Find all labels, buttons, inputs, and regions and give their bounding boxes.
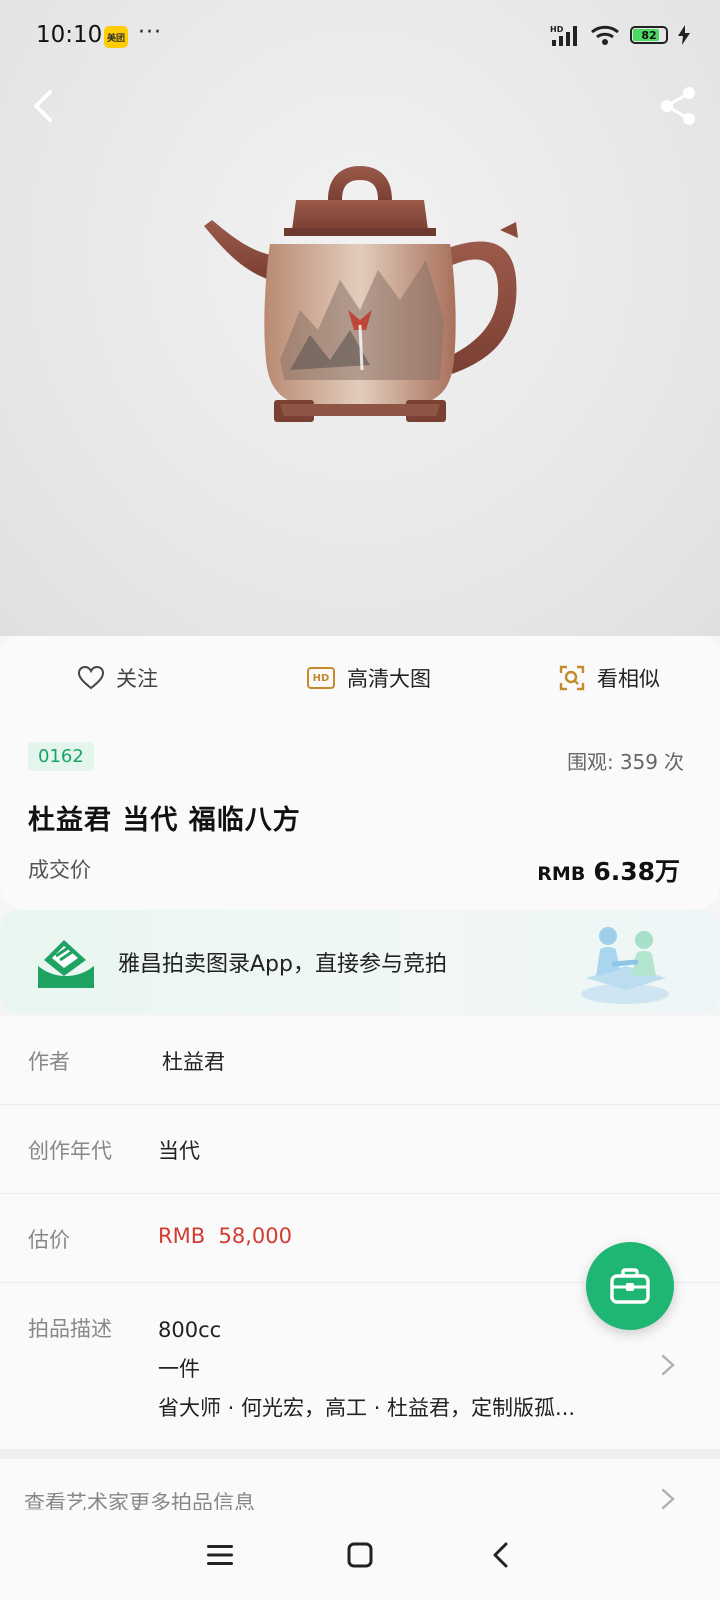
banner-text: 雅昌拍卖图录App，直接参与竞拍 [118,952,447,977]
description-label: 拍品描述 [28,1317,112,1341]
lot-number-badge: 0162 [28,742,94,771]
view-similar-label: 看相似 [597,667,660,691]
deal-price-label: 成交价 [28,858,91,882]
svg-text:HD: HD [550,25,564,34]
artron-app-banner[interactable]: 雅昌拍卖图录App，直接参与竞拍 [0,910,720,1014]
back-arrow-icon [493,1542,508,1568]
era-row: 创作年代 当代 [0,1105,720,1194]
hd-icon: HD [307,667,335,689]
era-value: 当代 [158,1139,200,1163]
follow-button[interactable]: 关注 [0,663,272,693]
author-row: 作者 杜益君 [0,1016,720,1105]
deal-currency: RMB [537,863,586,885]
hd-image-button[interactable]: HD 高清大图 [272,663,466,693]
status-bar: 10:10 美团 ··· HD 82 [0,0,720,72]
views-unit: 次 [664,750,684,774]
author-value[interactable]: 杜益君 [162,1046,225,1076]
chevron-right-icon [661,1354,675,1376]
briefcase-icon [610,1268,650,1304]
artron-logo-icon [38,940,94,988]
hero-image-area[interactable] [0,0,720,636]
battery-icon: 82 [630,26,668,44]
menu-icon [207,1545,233,1565]
estimate-value: RMB 58,000 [158,1224,292,1248]
meituan-app-icon: 美团 [104,26,128,48]
more-notifications-icon: ··· [138,20,162,45]
scan-search-icon [559,665,585,691]
estimate-label: 估价 [28,1228,70,1252]
wifi-icon [591,25,619,45]
deal-price: RMB 6.38万 [537,852,680,888]
author-label: 作者 [28,1050,70,1074]
signal-icon: HD [550,25,577,46]
views-label: 围观: [567,750,614,774]
lot-title: 杜益君 当代 福临八方 [28,805,301,836]
deal-value: 6.38万 [593,857,680,886]
follow-label: 关注 [116,667,158,691]
back-icon[interactable] [24,86,64,126]
home-button[interactable] [340,1535,380,1575]
toolbox-fab-button[interactable] [586,1242,674,1330]
charging-icon [678,25,690,45]
recent-apps-button[interactable] [200,1535,240,1575]
hd-image-label: 高清大图 [347,667,431,691]
teapot-image [204,166,518,422]
section-divider [0,1449,720,1459]
system-navigation-bar [0,1510,720,1600]
action-row: 关注 HD 高清大图 看相似 [0,636,720,721]
view-count: 围观: 359 次 [561,746,684,775]
status-time: 10:10 [36,22,103,48]
back-button[interactable] [480,1535,520,1575]
handshake-illustration-icon [581,927,669,1004]
heart-icon [78,666,104,690]
lot-info-card: 0162 围观: 359 次 杜益君 当代 福临八方 成交价 RMB 6.38万 [0,720,720,910]
description-line: 省大师 · 何光宏，高工 · 杜益君，定制版孤... [158,1396,576,1420]
description-text: 800cc 一件 省大师 · 何光宏，高工 · 杜益君，定制版孤... [158,1311,575,1428]
views-count: 359 [619,750,658,774]
view-similar-button[interactable]: 看相似 [466,663,720,693]
chevron-right-icon [661,1488,675,1510]
description-line: 一件 [158,1357,200,1381]
home-square-icon [347,1542,373,1568]
description-line: 800cc [158,1318,222,1342]
share-icon[interactable] [656,84,700,128]
era-label: 创作年代 [28,1139,112,1163]
